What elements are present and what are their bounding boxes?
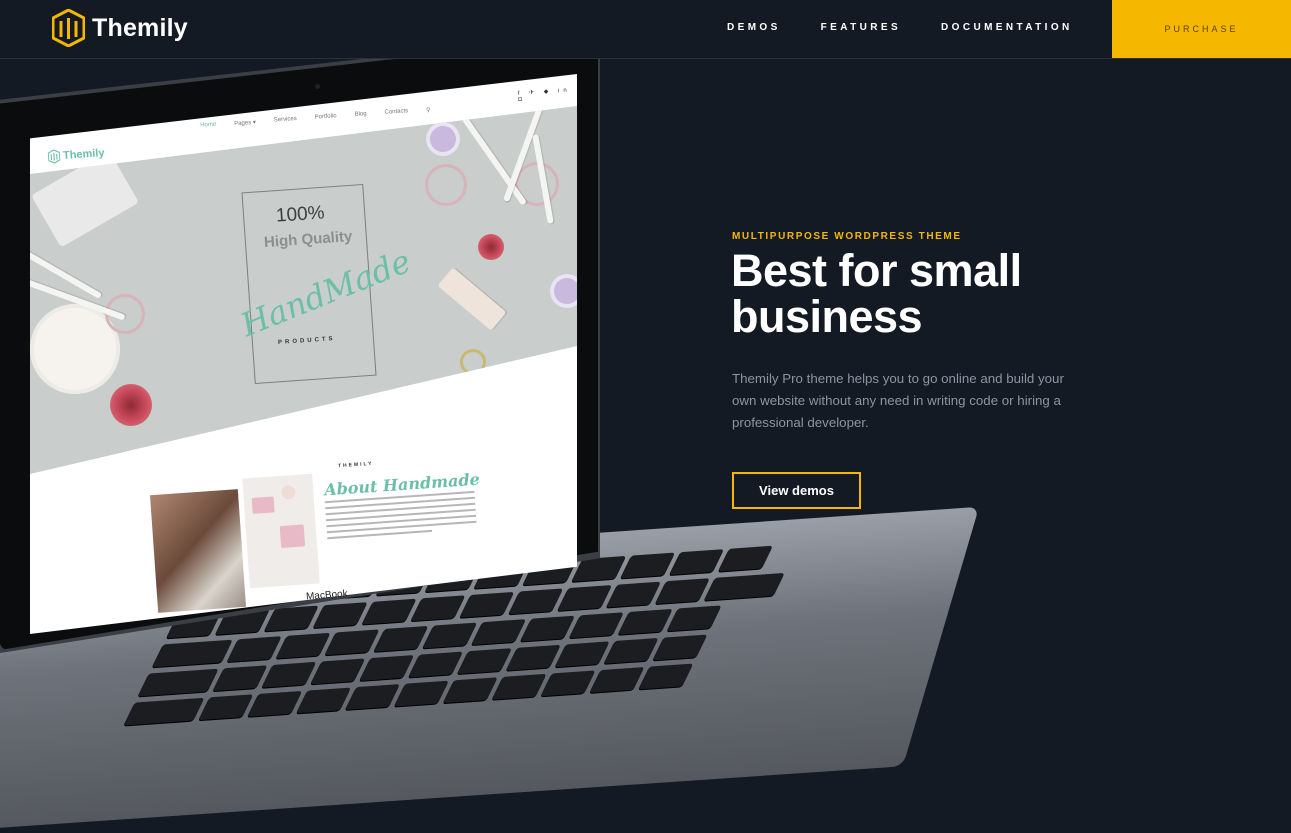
nav-features[interactable]: FEATURES (821, 22, 901, 33)
mockup-nav-services: Services (273, 115, 297, 124)
camera-icon (315, 84, 320, 89)
mockup-nav-pages: Pages ▾ (234, 119, 257, 128)
mockup-text-100: 100% (275, 202, 326, 227)
view-demos-button[interactable]: View demos (732, 472, 861, 509)
mockup-about-kicker: THEMILY (337, 460, 374, 470)
site-header: Themily DEMOS FEATURES DOCUMENTATION PUR… (0, 0, 1291, 59)
mockup-photo-products (242, 473, 320, 589)
nav-documentation[interactable]: DOCUMENTATION (941, 22, 1073, 33)
logo-text: Themily (92, 13, 188, 42)
mockup-logo-text: Themily (62, 147, 105, 162)
mockup-logo: Themily (47, 146, 105, 164)
mockup-nav-blog: Blog (354, 111, 367, 118)
hero-kicker: MULTIPURPOSE WORDPRESS THEME (732, 231, 962, 242)
mockup-about-text (324, 490, 478, 543)
mockup-nav-portfolio: Portfolio (314, 113, 337, 121)
logo-icon (52, 9, 85, 47)
nav-demos[interactable]: DEMOS (727, 22, 781, 33)
mockup-search-icon: ⚲ (426, 107, 431, 114)
laptop-screen: 100% High Quality HandMade PRODUCTS f ✈ … (30, 74, 577, 634)
mockup-nav-home: Home (200, 121, 217, 129)
mockup-nav-contacts: Contacts (384, 108, 409, 116)
hero-description: Themily Pro theme helps you to go online… (732, 371, 1064, 430)
mockup-photo-woman (149, 489, 247, 613)
mockup-hero-image: 100% High Quality HandMade PRODUCTS (30, 106, 577, 474)
main-nav: DEMOS FEATURES DOCUMENTATION (727, 22, 1113, 33)
logo[interactable]: Themily (52, 9, 188, 47)
mockup-logo-icon (47, 149, 61, 164)
mockup-social-icons: f ✈ ◆ in ◘ (517, 87, 571, 104)
hero-title: Best for small business (731, 245, 1022, 342)
purchase-button[interactable]: PURCHASE (1112, 0, 1291, 58)
